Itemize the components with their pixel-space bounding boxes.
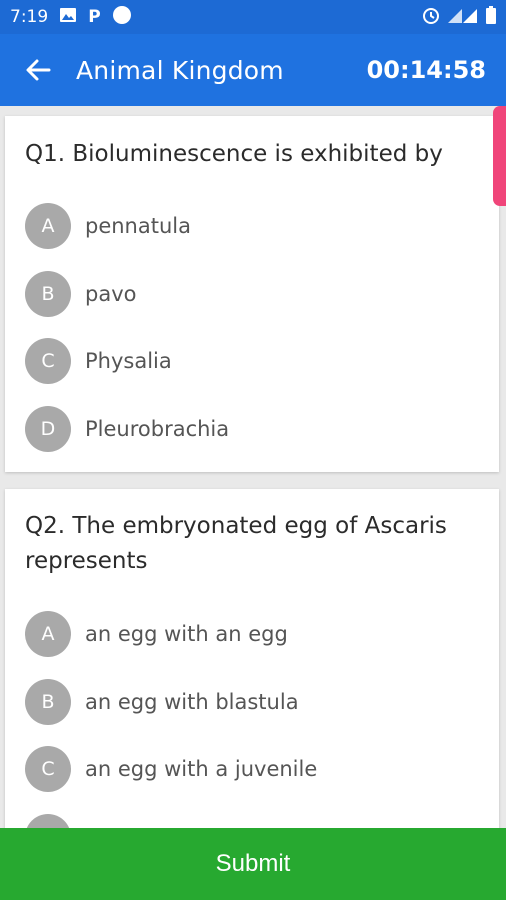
option-letter: B — [25, 679, 71, 725]
parking-icon: P — [88, 7, 101, 27]
question-card: Q2. The embryonated egg of Ascaris repre… — [5, 489, 499, 828]
option-letter: A — [25, 203, 71, 249]
option-label: an egg with an egg — [85, 622, 288, 646]
option-letter — [25, 814, 71, 828]
option-label: pennatula — [85, 214, 191, 238]
quiz-timer: 00:14:58 — [366, 56, 486, 84]
status-bar: 7:19 P — [0, 0, 506, 34]
question-list[interactable]: Q1. Bioluminescence is exhibited by A pe… — [0, 106, 506, 828]
question-text: Q2. The embryonated egg of Ascaris repre… — [5, 509, 467, 579]
alarm-icon — [422, 6, 440, 29]
option-label: an egg with blastula — [85, 690, 299, 714]
option-label: Pleurobrachia — [85, 417, 230, 441]
status-time: 7:19 — [10, 7, 49, 27]
arrow-left-icon — [26, 59, 51, 81]
page-title: Animal Kingdom — [76, 55, 284, 85]
option-label: Physalia — [85, 349, 172, 373]
option-c[interactable]: C Physalia — [25, 337, 172, 385]
option-b[interactable]: B pavo — [25, 270, 136, 318]
question-text-line: represents — [25, 548, 148, 574]
option-d[interactable]: D Pleurobrachia — [25, 405, 229, 453]
option-letter: D — [25, 406, 71, 452]
back-button[interactable] — [0, 34, 76, 106]
option-label: pavo — [85, 282, 137, 306]
option-b[interactable]: B an egg with blastula — [25, 678, 299, 726]
option-d-partial[interactable] — [25, 813, 71, 828]
option-letter: C — [25, 338, 71, 384]
option-letter: B — [25, 271, 71, 317]
scrollbar-thumb[interactable] — [493, 106, 506, 206]
option-c[interactable]: C an egg with a juvenile — [25, 745, 317, 793]
signal-icon — [448, 7, 478, 28]
option-a[interactable]: A an egg with an egg — [25, 610, 288, 658]
image-icon — [60, 7, 77, 27]
submit-button[interactable]: Submit — [0, 828, 506, 900]
option-letter: C — [25, 746, 71, 792]
question-card: Q1. Bioluminescence is exhibited by A pe… — [5, 116, 499, 472]
question-text-line: Q2. The embryonated egg of Ascaris — [25, 513, 447, 539]
question-text: Q1. Bioluminescence is exhibited by — [25, 141, 443, 167]
circle-icon — [112, 5, 131, 29]
option-letter: A — [25, 611, 71, 657]
option-label: an egg with a juvenile — [85, 757, 318, 781]
battery-icon — [486, 5, 496, 29]
option-a[interactable]: A pennatula — [25, 202, 191, 250]
app-bar: Animal Kingdom 00:14:58 — [0, 34, 506, 106]
